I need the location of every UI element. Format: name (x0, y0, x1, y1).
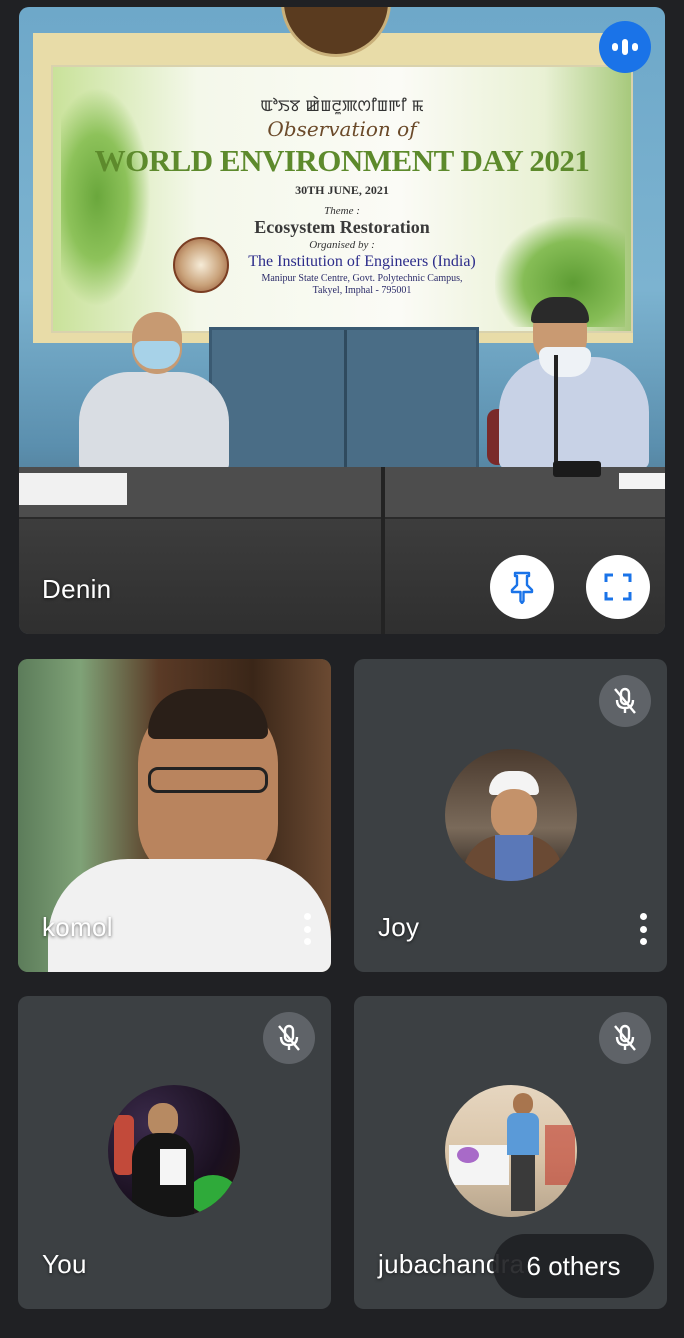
nameplate (19, 473, 127, 505)
mic-off-badge (599, 1012, 651, 1064)
microphone-stand (554, 355, 558, 465)
more-options-button[interactable] (295, 909, 319, 949)
table-divider (381, 467, 385, 634)
participant-tile-joy[interactable]: Joy (354, 659, 667, 972)
avatar-lights (114, 1115, 134, 1175)
banner-date: 30TH JUNE, 2021 (295, 183, 389, 197)
avatar-face (491, 789, 537, 839)
participant-tile-you[interactable]: You (18, 996, 331, 1309)
banner-address: Manipur State Centre, Govt. Polytechnic … (93, 273, 631, 297)
pin-button[interactable] (490, 555, 554, 619)
avatar (445, 749, 577, 881)
avatar-background-object (545, 1125, 575, 1185)
mic-off-icon (614, 1024, 636, 1051)
mic-off-icon (278, 1024, 300, 1051)
eyeglasses (148, 767, 268, 793)
speaker-left-body (79, 372, 229, 472)
banner-theme-label: Theme : (324, 205, 360, 217)
banner-organised-by: Organised by : (309, 239, 375, 251)
avatar-lights (188, 1175, 238, 1215)
fullscreen-icon (604, 573, 632, 601)
mic-off-icon (614, 687, 636, 714)
others-pill[interactable]: 6 others (493, 1234, 654, 1298)
face-mask (539, 347, 591, 377)
participant-name: You (42, 1249, 87, 1279)
audio-level-icon (599, 21, 651, 73)
participant-hair (148, 689, 268, 739)
banner-script-line: ꯑꯣꯏꯕ ꯀꯥꯡꯂꯨꯄꯁꯤꯡꯒꯤ ꯃ (260, 96, 424, 115)
banner-institution: The Institution of Engineers (India) (248, 253, 476, 270)
avatar-face (513, 1093, 533, 1115)
participant-name: Joy (378, 912, 420, 942)
participant-name: Denin (42, 574, 112, 604)
more-vert-icon (639, 913, 647, 920)
microphone-base (553, 461, 601, 477)
door (209, 327, 479, 477)
avatar-shirt (507, 1113, 539, 1155)
more-vert-icon (303, 913, 311, 920)
speaker-right-hair (531, 297, 589, 323)
avatar-trousers (511, 1155, 535, 1211)
banner-title: WORLD ENVIRONMENT DAY 2021 (94, 143, 590, 178)
avatar-shirt (495, 835, 533, 881)
banner-address-line: Takyel, Imphal - 795001 (312, 285, 412, 296)
mic-off-badge (599, 675, 651, 727)
avatar (445, 1085, 577, 1217)
banner-observation: Observation of (267, 117, 417, 141)
nameplate (619, 473, 665, 489)
avatar-face (148, 1103, 178, 1137)
avatar-flowers (457, 1147, 479, 1163)
banner-theme: Ecosystem Restoration (254, 217, 430, 237)
more-options-button[interactable] (631, 909, 655, 949)
certificate (160, 1149, 186, 1185)
pin-icon (510, 571, 534, 604)
fullscreen-button[interactable] (586, 555, 650, 619)
event-banner: ꯑꯣꯏꯕ ꯀꯥꯡꯂꯨꯄꯁꯤꯡꯒꯤ ꯃ Observation of WORLD … (51, 65, 633, 333)
participant-name: komol (42, 912, 113, 942)
avatar (108, 1085, 240, 1217)
participant-tile-komol[interactable]: komol (18, 659, 331, 972)
main-video-tile[interactable]: ꯑꯣꯏꯕ ꯀꯥꯡꯂꯨꯄꯁꯤꯡꯒꯤ ꯃ Observation of WORLD … (19, 7, 665, 634)
banner-address-line: Manipur State Centre, Govt. Polytechnic … (261, 273, 463, 284)
mic-off-badge (263, 1012, 315, 1064)
